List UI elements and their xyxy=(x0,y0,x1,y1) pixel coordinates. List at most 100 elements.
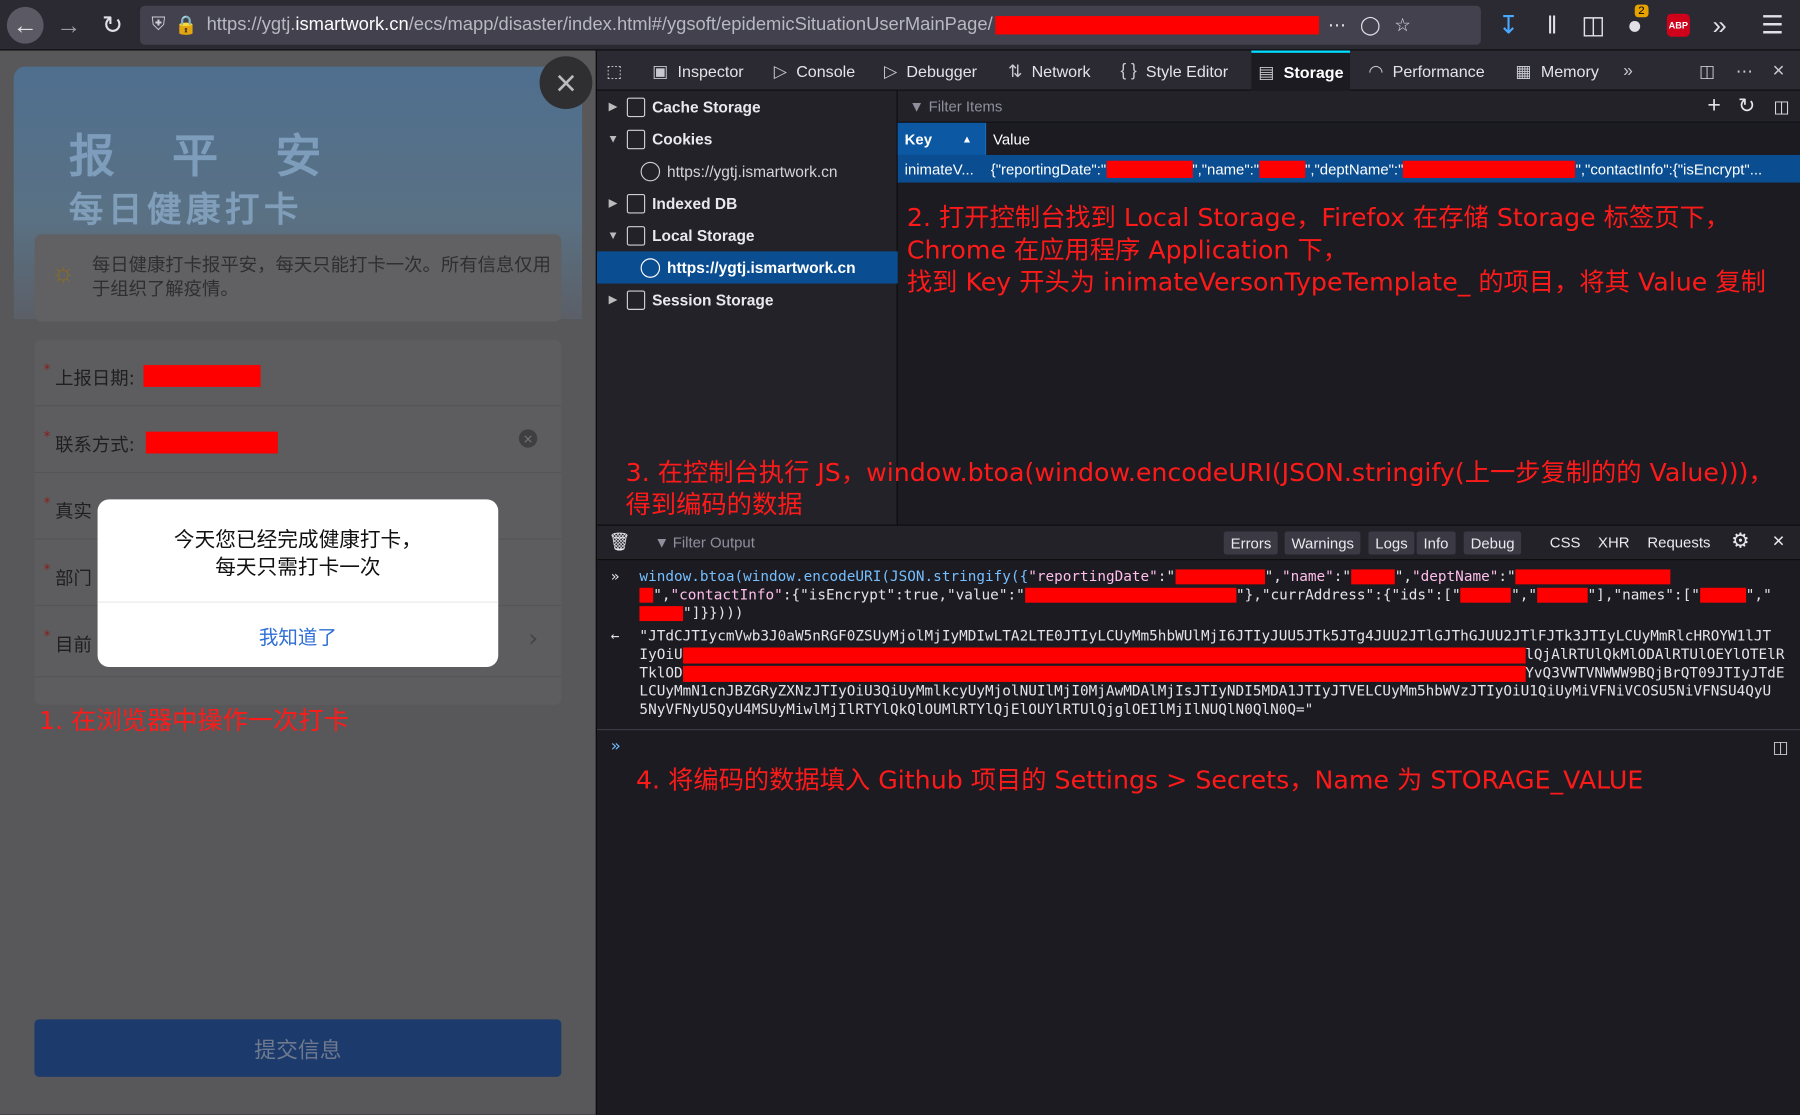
chevron-right-icon: › xyxy=(528,624,539,654)
clear-icon[interactable]: × xyxy=(518,429,538,448)
url-prefix: https://ygtj. xyxy=(206,14,296,35)
console-toolbar: 🗑 ▼ Filter Output Errors Warnings Logs I… xyxy=(596,525,1800,561)
tree-cache-storage[interactable]: ▶ Cache Storage xyxy=(597,91,898,123)
table-header: Key ▲ Value xyxy=(897,122,1800,155)
sidebar-toggle-icon[interactable]: ◫ xyxy=(1773,96,1789,117)
tab-console[interactable]: ▷ Console xyxy=(774,51,855,91)
bookmark-star-icon[interactable]: ☆ xyxy=(1394,14,1410,37)
tree-cookies[interactable]: ▼ Cookies xyxy=(597,123,898,155)
filter-errors-button[interactable]: Errors xyxy=(1223,531,1279,555)
result-arrow-icon: ← xyxy=(610,626,620,645)
console-command-line1: window.btoa(window.encodeURI(JSON.string… xyxy=(639,567,1671,585)
modal-ok-button[interactable]: 我知道了 xyxy=(98,603,499,667)
redaction xyxy=(682,665,1526,682)
browser-toolbar: ← → ↻ ⛨ 🔒 https://ygtj. ismartwork.cn/ecs… xyxy=(0,0,1800,51)
redaction xyxy=(1259,160,1306,178)
page-actions-icon[interactable]: ⋯ xyxy=(1328,14,1346,37)
editor-mode-icon[interactable]: ◫ xyxy=(1773,737,1789,758)
row-key: inimateV... xyxy=(904,160,974,178)
submit-button[interactable]: 提交信息 xyxy=(34,1019,562,1077)
close-icon[interactable]: × xyxy=(539,56,593,110)
tab-performance[interactable]: ◠ Performance xyxy=(1368,51,1484,91)
filter-debug-button[interactable]: Debug xyxy=(1463,531,1522,555)
field-report-date[interactable]: * 上报日期: xyxy=(34,340,562,407)
debugger-icon: ▷ xyxy=(883,61,898,81)
annotation-step1: 1. 在浏览器中操作一次打卡 xyxy=(39,707,349,736)
filter-warnings-button[interactable]: Warnings xyxy=(1284,531,1361,555)
url-bar[interactable]: ⛨ 🔒 https://ygtj. ismartwork.cn/ecs/mapp/… xyxy=(140,5,1481,45)
field-contact[interactable]: * 联系方式: × xyxy=(34,406,562,473)
globe-icon xyxy=(640,161,661,181)
devtools-panel: ⬚ ▣ Inspector ▷ Console ▷ Debugger ⇅ Network… xyxy=(595,50,1800,1115)
url-path: /ecs/mapp/disaster/index.html#/ygsoft/ep… xyxy=(408,14,993,35)
redaction xyxy=(143,365,261,387)
adblock-icon[interactable]: ABP xyxy=(1666,13,1690,37)
redaction xyxy=(1537,587,1588,603)
column-value[interactable]: Value xyxy=(984,122,1030,155)
field-label: 目前 xyxy=(55,633,92,656)
tab-network[interactable]: ⇅ Network xyxy=(1008,51,1091,91)
tab-storage[interactable]: ▤ Storage xyxy=(1251,50,1351,91)
performance-icon: ◠ xyxy=(1368,61,1384,81)
filter-logs-button[interactable]: Logs xyxy=(1368,531,1415,555)
hamburger-menu-icon[interactable]: ☰ xyxy=(1754,7,1791,44)
tree-indexed-db[interactable]: ▶ Indexed DB xyxy=(597,187,898,219)
redaction xyxy=(1106,160,1193,178)
web-page: 报 平 安 每日健康打卡 × ☼ 每日健康打卡报平安，每天只能打卡一次。所有信息… xyxy=(0,50,596,1115)
filter-info-button[interactable]: Info xyxy=(1416,531,1456,555)
console-output: » window.btoa(window.encodeURI(JSON.stri… xyxy=(596,560,1800,731)
tree-session-storage[interactable]: ▶ Session Storage xyxy=(597,284,898,316)
column-key[interactable]: Key ▲ xyxy=(897,122,985,155)
field-label: 上报日期: xyxy=(55,367,135,390)
tree-local-storage[interactable]: ▼ Local Storage xyxy=(597,219,898,251)
tab-debugger[interactable]: ▷ Debugger xyxy=(884,51,977,91)
field-label: 真实 xyxy=(55,500,92,523)
field-label: 部门 xyxy=(55,567,92,589)
element-picker-icon[interactable]: ⬚ xyxy=(606,51,622,91)
forward-icon[interactable]: → xyxy=(51,7,88,44)
row-value-part: {"reportingDate":" xyxy=(990,160,1107,178)
filter-xhr-button[interactable]: XHR xyxy=(1598,534,1630,551)
filter-items-input[interactable]: Filter Items xyxy=(929,98,1003,115)
database-icon xyxy=(626,193,646,213)
sidebar-icon[interactable]: ◫ xyxy=(1575,7,1612,44)
back-icon[interactable]: ← xyxy=(6,6,44,44)
close-devtools-icon[interactable]: × xyxy=(1773,51,1785,91)
filter-icon: ▼ xyxy=(909,97,924,115)
lightbulb-icon: ☼ xyxy=(50,257,76,289)
filter-requests-button[interactable]: Requests xyxy=(1647,534,1710,551)
dock-icon[interactable]: ◫ xyxy=(1699,51,1715,91)
close-icon[interactable]: × xyxy=(1773,529,1785,553)
tab-inspector[interactable]: ▣ Inspector xyxy=(652,51,744,91)
database-icon xyxy=(626,129,646,149)
tree-local-storage-host[interactable]: https://ygtj.ismartwork.cn xyxy=(596,251,898,284)
lock-warning-icon: 🔒 xyxy=(174,16,198,36)
pocket-icon[interactable]: ◯ xyxy=(1360,14,1381,37)
reload-icon[interactable]: ↻ xyxy=(94,7,131,44)
more-tabs-icon[interactable]: » xyxy=(1623,51,1633,91)
settings-gear-icon[interactable]: ⚙ xyxy=(1731,529,1750,553)
storage-filter-bar: ▼ Filter Items + ↻ ◫ xyxy=(897,90,1800,123)
tree-cookies-host[interactable]: https://ygtj.ismartwork.cn xyxy=(597,155,898,187)
filter-css-button[interactable]: CSS xyxy=(1550,534,1581,551)
row-value-part: ","name":" xyxy=(1192,160,1260,178)
refresh-icon[interactable]: ↻ xyxy=(1738,94,1755,118)
console-icon: ▷ xyxy=(773,61,788,81)
redaction xyxy=(639,587,654,603)
table-row[interactable]: inimateV... {"reportingDate":" ","name":… xyxy=(897,154,1800,183)
library-icon[interactable]: ‖ xyxy=(1534,7,1571,44)
console-input-prompt[interactable]: » xyxy=(611,737,621,755)
database-icon xyxy=(626,97,646,117)
add-item-icon[interactable]: + xyxy=(1707,93,1720,119)
trash-icon[interactable]: 🗑 xyxy=(608,532,630,553)
tab-style-editor[interactable]: { } Style Editor xyxy=(1120,51,1228,91)
tab-memory[interactable]: ▦ Memory xyxy=(1515,51,1599,91)
modal-dialog: 今天您已经完成健康打卡， 每天只需打卡一次 我知道了 xyxy=(97,499,499,667)
annotation-step4: 4. 将编码的数据填入 Github 项目的 Settings > Secret… xyxy=(635,766,1644,796)
annotation-step2-line3: 找到 Key 开头为 inimateVersonTypeTemplate_ 的项… xyxy=(906,268,1766,298)
options-icon[interactable]: ⋯ xyxy=(1736,51,1753,91)
downloads-icon[interactable]: ↧ xyxy=(1490,7,1527,44)
console-result-line5: 5NyVFNyU5QyU4MSUyMiwlMjIlRTYlQkQlOUMlRTY… xyxy=(639,700,1314,718)
overflow-chevron-icon[interactable]: » xyxy=(1701,7,1738,44)
filter-output-input[interactable]: Filter Output xyxy=(673,534,755,551)
